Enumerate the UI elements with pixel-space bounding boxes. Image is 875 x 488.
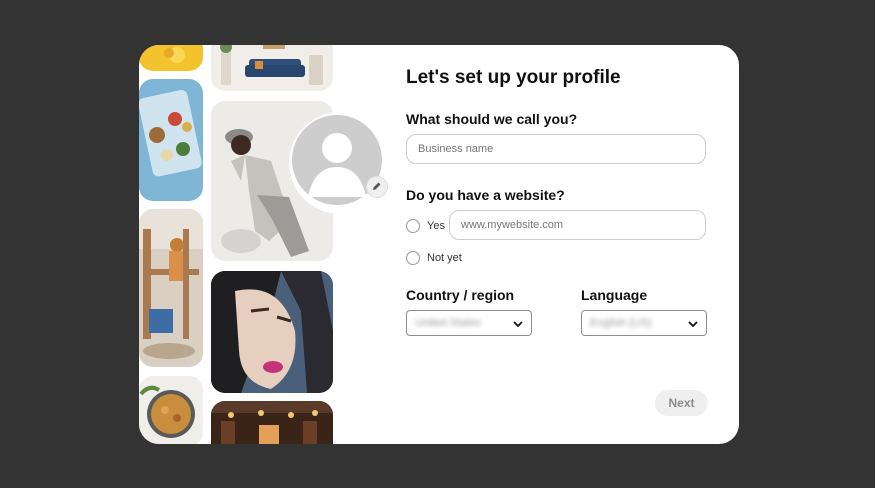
night-street-image	[211, 401, 333, 444]
portrait-woman-image	[211, 271, 333, 393]
kids-room-image	[139, 209, 203, 367]
yes-radio[interactable]	[406, 219, 420, 233]
website-notyet-option[interactable]: Not yet	[406, 251, 462, 265]
website-placeholder: www.mywebsite.com	[461, 219, 564, 231]
image-collage	[139, 45, 339, 444]
not-yet-label: Not yet	[427, 252, 462, 264]
language-label: Language	[581, 287, 648, 303]
edit-photo-button[interactable]	[366, 176, 388, 198]
language-value: English (US)	[590, 317, 652, 329]
business-name-placeholder: Business name	[418, 143, 494, 155]
country-label: Country / region	[406, 287, 515, 303]
business-name-input[interactable]: Business name	[406, 134, 706, 164]
living-room-image	[211, 45, 333, 91]
food-platter-image	[139, 79, 203, 201]
next-button[interactable]: Next	[655, 390, 708, 416]
website-input[interactable]: www.mywebsite.com	[449, 210, 706, 240]
yes-label: Yes	[427, 220, 445, 232]
profile-picture[interactable]	[289, 112, 391, 214]
chevron-down-icon	[688, 314, 698, 332]
name-label: What should we call you?	[406, 111, 578, 127]
website-label: Do you have a website?	[406, 187, 565, 203]
flower-image	[139, 45, 203, 71]
chevron-down-icon	[513, 314, 523, 332]
pencil-icon	[372, 178, 382, 196]
page-title: Let's set up your profile	[406, 67, 621, 88]
language-select[interactable]: English (US)	[581, 310, 707, 336]
profile-setup-modal: Let's set up your profile What should we…	[139, 45, 739, 444]
country-select[interactable]: United States	[406, 310, 532, 336]
not-yet-radio[interactable]	[406, 251, 420, 265]
website-yes-option[interactable]: Yes	[406, 219, 445, 233]
country-value: United States	[415, 317, 482, 329]
food-bowl-image	[139, 376, 203, 444]
